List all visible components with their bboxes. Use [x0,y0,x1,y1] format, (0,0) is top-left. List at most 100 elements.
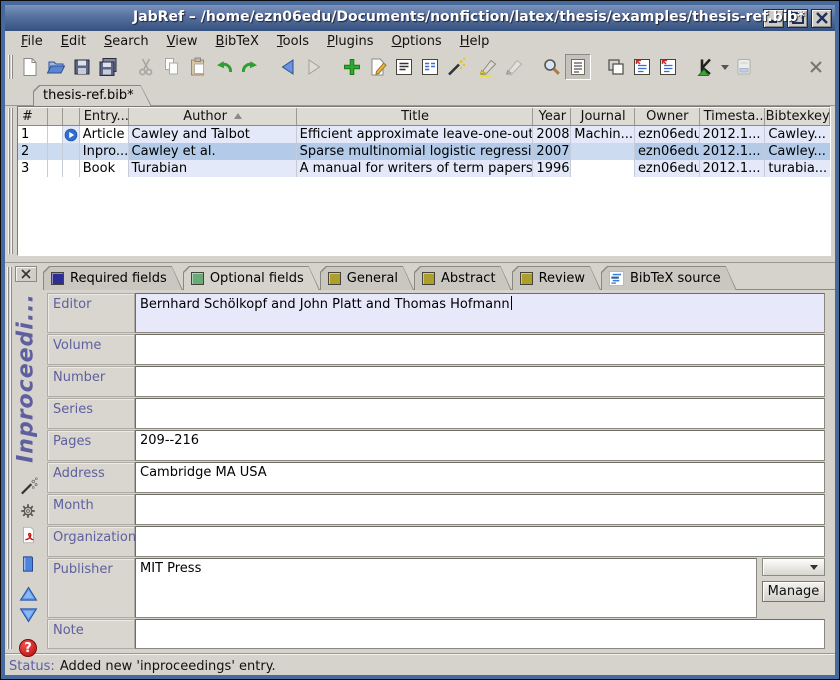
publisher-select-dropdown[interactable] [762,558,825,576]
address-field-input[interactable]: Cambridge MA USA [135,462,825,493]
edit-preamble-button[interactable] [391,54,417,80]
field-label-month: Month [47,494,135,525]
autoset-button[interactable] [17,500,39,522]
menubar: File Edit Search View BibTeX Tools Plugi… [5,31,835,52]
dropdown-arrow-icon [810,565,818,570]
volume-field-input[interactable] [135,334,825,365]
toggle-groups-button[interactable] [565,54,591,80]
column-header-year[interactable]: Year [533,107,571,126]
month-field-input[interactable] [135,494,825,525]
push-to-application-2-button[interactable] [655,54,681,80]
number-field-input[interactable] [135,366,825,397]
forward-button[interactable] [301,54,327,80]
menu-search[interactable]: Search [96,32,157,51]
highlighter-icon [478,57,498,77]
new-subdatabase-button[interactable] [603,54,629,80]
column-header-owner[interactable]: Owner [635,107,700,126]
field-label-editor: Editor [47,293,135,333]
push-to-lyx-button[interactable] [693,54,719,80]
tab-required-fields[interactable]: Required fields [43,266,183,290]
menu-help[interactable]: Help [452,32,498,51]
menu-tools[interactable]: Tools [269,32,317,51]
open-database-button[interactable] [43,54,69,80]
open-pdf-button[interactable] [17,524,39,546]
tab-review[interactable]: Review [512,266,601,290]
field-label-series: Series [47,398,135,429]
generate-bibtexkey-button[interactable] [17,475,39,497]
edit-strings-button[interactable] [417,54,443,80]
push-to-application-button[interactable] [629,54,655,80]
copy-button[interactable] [159,54,185,80]
redo-button[interactable] [237,54,263,80]
new-database-button[interactable] [17,54,43,80]
push-disabled-button[interactable] [731,54,757,80]
menu-edit[interactable]: Edit [53,32,94,51]
gear-icon [19,502,37,520]
series-field-input[interactable] [135,398,825,429]
table-empty-area[interactable] [18,177,830,255]
editor-field-input[interactable]: Bernhard Schölkopf and John Platt and Th… [135,293,825,333]
magic-wand-icon [446,57,466,77]
undo-button[interactable] [211,54,237,80]
entry-type-vertical-label: Inproceedi... [10,285,42,471]
manage-button[interactable]: Manage [762,581,825,602]
save-database-button[interactable] [69,54,95,80]
table-row-selected[interactable]: 2 Inpro... Cawley et al. Sparse multinom… [18,143,830,160]
search-icon [542,57,562,77]
column-header-title[interactable]: Title [297,107,534,126]
previous-entry-button[interactable] [17,583,39,605]
tab-optional-fields[interactable]: Optional fields [183,266,320,290]
table-row[interactable]: 1 Article Cawley and Talbot Efficient ap… [18,126,830,143]
help-button[interactable]: ? [17,637,39,659]
close-database-button[interactable] [803,54,829,80]
save-all-databases-button[interactable] [95,54,121,80]
menu-file[interactable]: File [13,32,51,51]
help-icon: ? [19,639,37,657]
column-header-entrytype[interactable]: Entry... [80,107,129,126]
new-database-icon [20,57,40,77]
column-header-bibtexkey[interactable]: Bibtexkey [765,107,830,126]
back-button[interactable] [275,54,301,80]
toolbar-drag-handle[interactable] [8,55,14,79]
mark-entries-button[interactable] [475,54,501,80]
close-entry-editor-button[interactable] [15,266,37,282]
table-row[interactable]: 3 Book Turabian A manual for writers of … [18,160,830,177]
organization-field-input[interactable] [135,526,825,557]
jabref-window: JabRef – /home/ezn06edu/Documents/nonfic… [0,0,840,680]
close-button[interactable] [811,9,832,28]
cleanup-wand-button[interactable] [443,54,469,80]
edit-strings-icon [420,57,440,77]
table-side-handle[interactable] [8,108,14,254]
column-header-ranking[interactable] [48,107,63,126]
menu-options[interactable]: Options [384,32,450,51]
search-button[interactable] [539,54,565,80]
menu-plugins[interactable]: Plugins [319,32,382,51]
push-to-application-icon [632,57,652,77]
cut-button[interactable] [133,54,159,80]
next-entry-button[interactable] [17,604,39,626]
paste-button[interactable] [185,54,211,80]
tab-bibtex-source[interactable]: BibTeX source [601,266,737,290]
push-to-dropdown-arrow-icon[interactable] [721,65,729,70]
column-header-file[interactable] [63,107,80,126]
pages-field-input[interactable]: 209--216 [135,430,825,461]
tab-general[interactable]: General [320,266,414,290]
column-header-author[interactable]: Author [129,107,297,126]
tab-abstract[interactable]: Abstract [414,266,512,290]
titlebar[interactable]: JabRef – /home/ezn06edu/Documents/nonfic… [5,5,835,31]
file-link-icon[interactable] [64,128,78,142]
database-tab[interactable]: thesis-ref.bib* [33,85,152,106]
column-header-number[interactable]: # [18,107,48,126]
new-entry-button[interactable] [339,54,365,80]
unmark-entries-button[interactable] [501,54,527,80]
close-icon [815,11,829,25]
edit-entry-button[interactable] [365,54,391,80]
menu-bibtex[interactable]: BibTeX [208,32,267,51]
publisher-field-input[interactable]: MIT Press [135,558,757,618]
open-file-button[interactable] [17,553,39,575]
note-field-input[interactable] [135,619,825,649]
paste-icon [188,57,208,77]
column-header-timestamp[interactable]: Timesta... [700,107,766,126]
column-header-journal[interactable]: Journal [571,107,635,126]
menu-view[interactable]: View [159,32,206,51]
